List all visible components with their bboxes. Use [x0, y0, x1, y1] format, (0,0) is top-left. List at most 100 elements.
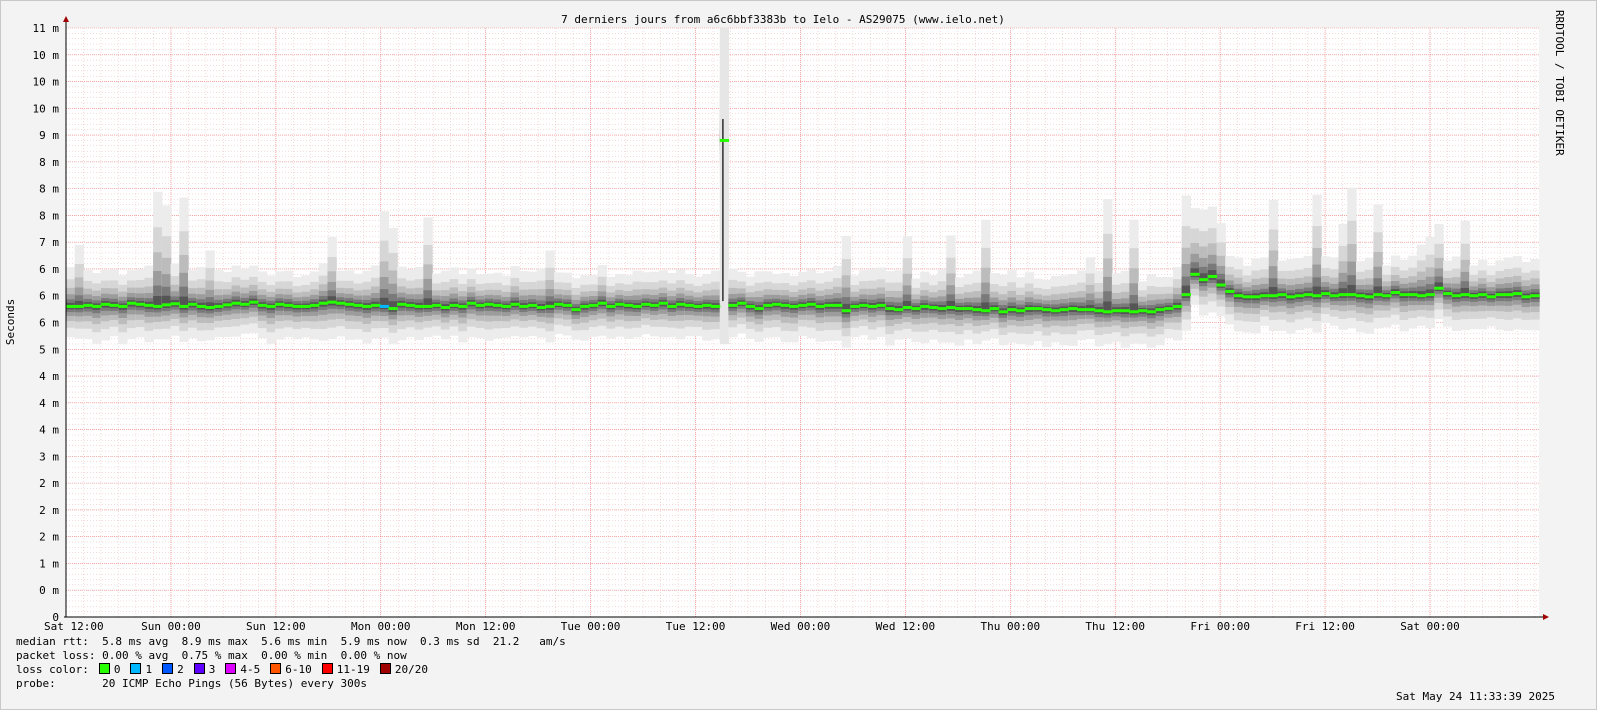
median-segment — [1050, 309, 1061, 313]
x-tick-label: Fri 12:00 — [1295, 620, 1355, 633]
timestamp: Sat May 24 11:33:39 2025 — [1396, 690, 1555, 703]
packet-loss-now: 0.00 % now — [340, 649, 407, 662]
median-segment — [1347, 293, 1357, 297]
y-tick-label: 4 m — [39, 370, 59, 383]
median-segment — [214, 304, 224, 308]
y-tick-label: 8 m — [39, 209, 59, 222]
median-segment — [1007, 308, 1017, 312]
median-segment — [188, 302, 198, 306]
median-segment — [1329, 294, 1340, 298]
median-segment — [667, 304, 677, 308]
median-segment — [972, 308, 982, 312]
median-segment — [763, 303, 773, 307]
median-rtt-row: median rtt: 5.8 ms avg 8.9 ms max 5.6 ms… — [16, 635, 566, 649]
x-tick-label: Tue 00:00 — [561, 620, 621, 633]
median-segment — [109, 303, 119, 307]
median-segment — [275, 302, 285, 306]
median-segment — [510, 302, 520, 306]
median-segment — [423, 304, 433, 308]
watermark: RRDTOOL / TOBI OETIKER — [1553, 10, 1566, 156]
x-tick-label: Thu 12:00 — [1085, 620, 1145, 633]
median-segment — [963, 307, 974, 311]
median-segment — [588, 303, 599, 307]
smoke-band — [1199, 273, 1209, 283]
median-segment — [702, 303, 712, 307]
median-segment — [1382, 294, 1392, 298]
median-segment — [867, 304, 878, 308]
loss-color-swatch — [162, 663, 174, 674]
median-segment — [850, 304, 860, 308]
median-segment — [458, 304, 468, 308]
median-segment — [1477, 293, 1488, 297]
median-segment — [658, 301, 669, 305]
median-segment — [205, 306, 215, 310]
median-segment — [301, 304, 311, 308]
smoke-band — [388, 301, 398, 312]
median-segment — [501, 304, 512, 308]
median-segment — [1286, 295, 1296, 299]
median-segment — [371, 303, 381, 307]
median-segment — [771, 302, 782, 306]
median-rtt-am-unit: am/s — [539, 635, 566, 648]
smoke-band — [841, 303, 852, 315]
median-rtt-label: median rtt: — [16, 635, 89, 648]
median-segment — [493, 303, 503, 307]
y-tick-label: 2 m — [39, 531, 59, 544]
median-segment — [1390, 291, 1401, 295]
median-segment — [1199, 278, 1209, 282]
median-segment — [1129, 310, 1139, 314]
median-segment — [231, 301, 241, 305]
x-tick-label: Sat 12:00 — [44, 620, 104, 633]
y-tick-label: 6 m — [39, 290, 59, 303]
loss-color-swatch — [130, 663, 142, 674]
loss-color-swatch — [193, 663, 205, 674]
median-segment — [554, 302, 564, 306]
median-segment — [841, 309, 852, 313]
packet-loss-min: 0.00 % min — [261, 649, 328, 662]
y-tick-label: 7 m — [39, 236, 59, 249]
median-segment — [118, 304, 128, 308]
x-tick-labels: Sat 12:00 Sun 00:00 Sun 12:00 Mon 00:00 Mon … — [44, 620, 1460, 633]
x-tick-label: Sat 00:00 — [1400, 620, 1460, 633]
smoke-band — [1207, 270, 1218, 280]
loss-color-label: loss color: — [16, 663, 89, 676]
median-segment — [1434, 286, 1444, 290]
y-tick-label: 5 m — [39, 343, 59, 356]
smoke-spike-core — [722, 119, 724, 302]
median-rtt-sd: 0.3 ms sd — [420, 635, 480, 648]
median-segment — [684, 303, 695, 307]
median-segment — [1111, 309, 1122, 313]
x-axis-arrow — [1543, 614, 1549, 620]
median-rtt-max: 8.9 ms max — [181, 635, 248, 648]
median-segment — [153, 304, 163, 308]
median-segment — [754, 307, 764, 311]
x-tick-label: Wed 12:00 — [876, 620, 936, 633]
y-tick-label: 6 m — [39, 317, 59, 330]
smoke-band — [1434, 282, 1444, 292]
x-tick-label: Mon 00:00 — [351, 620, 411, 633]
median-segment — [379, 304, 390, 308]
median-segment — [789, 304, 799, 308]
median-segment — [74, 304, 85, 308]
median-segment — [466, 301, 477, 305]
median-segment — [240, 302, 250, 306]
y-tick-label: 3 m — [39, 450, 59, 463]
median-segment — [362, 304, 372, 308]
median-segment — [1399, 293, 1409, 297]
median-segment — [135, 302, 146, 306]
median-segment — [1138, 309, 1148, 313]
median-segment — [1312, 294, 1322, 298]
median-segment — [989, 307, 1000, 311]
loss-color-items: 0 1 2 3 4-5 6-10 11-19 20/20 — [89, 663, 428, 676]
median-segment — [1530, 294, 1540, 298]
median-segment — [1033, 307, 1043, 311]
y-tick-label: 4 m — [39, 424, 59, 437]
median-segment — [693, 304, 703, 308]
median-segment — [1321, 292, 1331, 296]
median-segment — [876, 303, 886, 307]
y-tick-label: 2 m — [39, 477, 59, 490]
median-segment — [1068, 307, 1078, 311]
median-segment — [902, 306, 913, 310]
median-segment — [327, 300, 337, 304]
median-segment — [519, 304, 529, 308]
